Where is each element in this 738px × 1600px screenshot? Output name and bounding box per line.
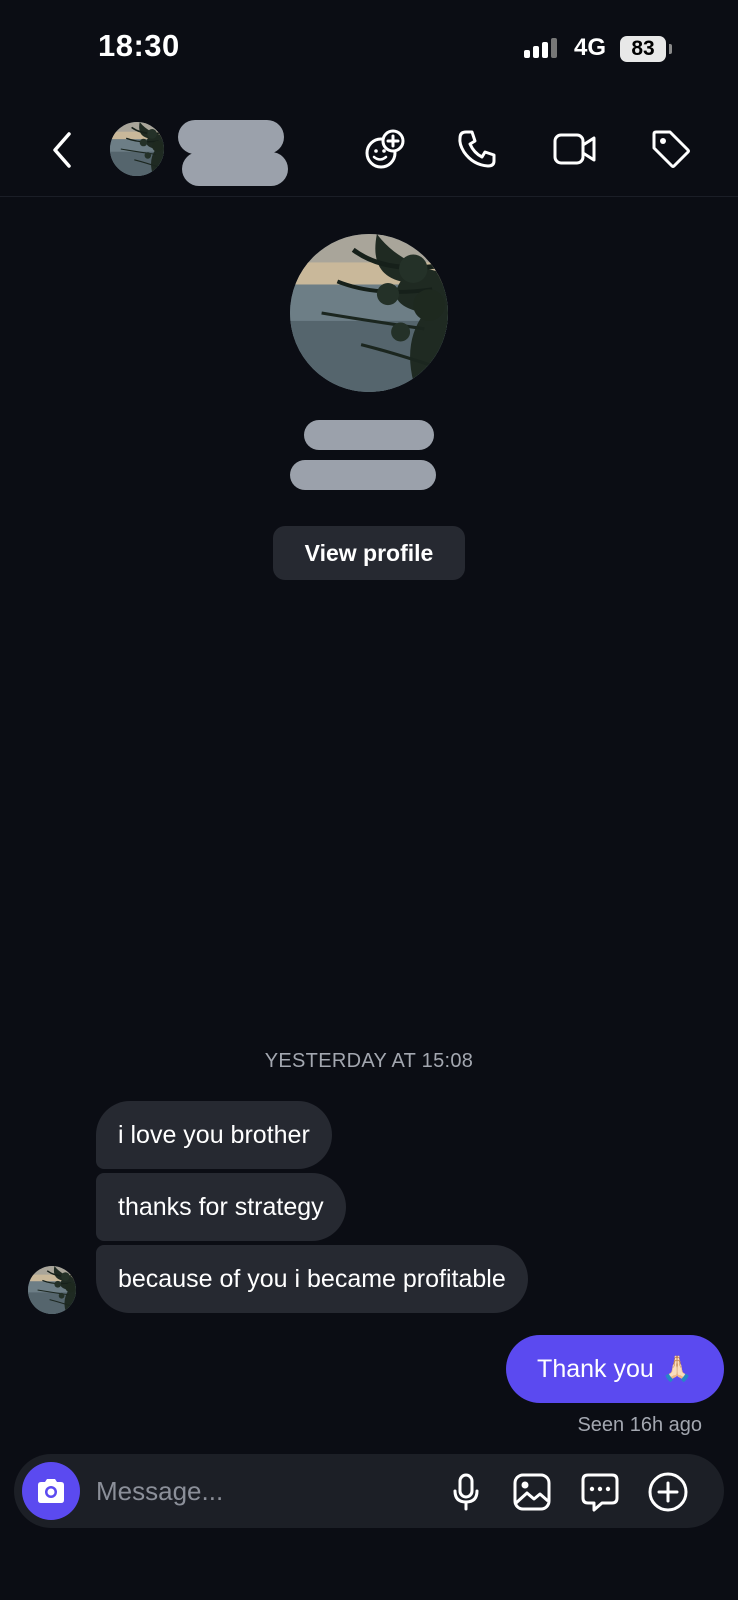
network-label: 4G <box>574 34 607 61</box>
tag-icon <box>652 130 690 168</box>
sender-avatar[interactable] <box>28 1266 76 1314</box>
signal-icon <box>524 38 557 58</box>
outgoing-message[interactable]: Thank you 🙏🏻 <box>506 1335 724 1403</box>
seen-status: Seen 16h ago <box>577 1414 702 1436</box>
view-profile-button[interactable]: View profile <box>273 526 465 580</box>
sticker-icon <box>581 1473 619 1512</box>
camera-icon <box>38 1479 64 1503</box>
back-button[interactable] <box>44 128 80 172</box>
pray-emoji: 🙏🏻 <box>661 1354 693 1383</box>
battery-cap <box>669 44 672 54</box>
sticker-add-button[interactable] <box>360 124 410 174</box>
outgoing-message-text: Thank you <box>537 1354 654 1383</box>
plus-icon <box>648 1472 688 1512</box>
redacted-profile-username <box>290 460 436 490</box>
sticker-add-icon <box>365 129 405 169</box>
message-input[interactable] <box>96 1474 426 1508</box>
phone-icon <box>458 130 496 168</box>
incoming-message[interactable]: because of you i became profitable <box>96 1245 528 1313</box>
incoming-message[interactable]: i love you brother <box>96 1101 332 1169</box>
chevron-left-icon <box>53 132 71 168</box>
sticker-button[interactable] <box>578 1470 622 1514</box>
image-icon <box>513 1473 551 1511</box>
message-timestamp: YESTERDAY AT 15:08 <box>264 1050 474 1072</box>
call-button[interactable] <box>452 124 502 174</box>
more-button[interactable] <box>646 1470 690 1514</box>
redacted-profile-name <box>304 420 434 450</box>
gallery-button[interactable] <box>510 1470 554 1514</box>
camera-button[interactable] <box>22 1462 80 1520</box>
profile-avatar[interactable] <box>290 234 448 392</box>
redacted-username <box>182 152 288 186</box>
incoming-message[interactable]: thanks for strategy <box>96 1173 346 1241</box>
microphone-icon <box>453 1473 479 1511</box>
redacted-name <box>178 120 284 154</box>
tag-button[interactable] <box>646 124 696 174</box>
video-icon <box>553 133 596 165</box>
video-call-button[interactable] <box>548 124 602 174</box>
header-avatar[interactable] <box>110 122 164 176</box>
battery-icon: 83 <box>620 36 666 62</box>
voice-button[interactable] <box>448 1470 484 1514</box>
status-time: 18:30 <box>98 28 180 63</box>
header-divider <box>0 196 738 197</box>
